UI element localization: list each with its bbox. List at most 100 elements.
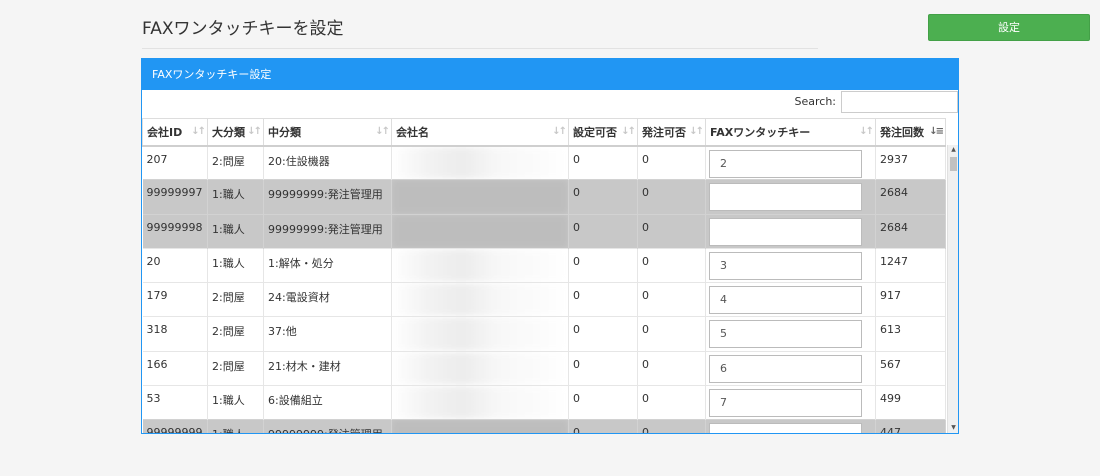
- sort-icon[interactable]: ↓↑: [191, 126, 206, 137]
- redacted-name: [392, 146, 568, 180]
- order-cell: 0: [637, 385, 706, 420]
- company-name-cell: [391, 282, 569, 317]
- id-cell: 318: [142, 316, 208, 352]
- table-row: 166 2:問屋 21:材木・建材 0 0 6 567: [142, 350, 946, 386]
- order-cell: 0: [637, 419, 706, 433]
- order-cell: 0: [637, 247, 706, 283]
- count-cell: 567: [875, 350, 946, 386]
- column-header-label: 会社ID: [147, 125, 183, 139]
- redacted-name: [392, 386, 568, 420]
- fax-key-cell: [705, 419, 876, 433]
- column-header[interactable]: 設定可否 ↓↑: [568, 118, 638, 147]
- scrollbar-thumb[interactable]: [950, 157, 957, 171]
- table-row: 999999991:職人99999999:発注管理用 00 447: [142, 419, 946, 433]
- redacted-name: [392, 352, 568, 386]
- table-scrollbar[interactable]: ▲ ▼: [947, 145, 958, 433]
- major-cell: 1:職人: [207, 247, 264, 283]
- order-cell: 0: [637, 179, 706, 215]
- table-row: 179 2:問屋 24:電設資材 0 0 4 917: [142, 282, 946, 317]
- sort-icon[interactable]: ↓↑: [247, 126, 262, 137]
- count-cell: 499: [875, 385, 946, 420]
- major-cell: 1:職人: [207, 419, 264, 433]
- setting-cell: 0: [568, 316, 638, 352]
- middle-cell: 20:住設機器: [263, 144, 392, 180]
- column-header-label: 設定可否: [573, 125, 617, 139]
- submit-button[interactable]: 設定: [928, 14, 1090, 41]
- redacted-name: [392, 420, 568, 433]
- order-cell: 0: [637, 316, 706, 352]
- column-header-label: 発注可否: [642, 125, 686, 139]
- middle-cell: 37:他: [263, 316, 392, 352]
- fax-key-input[interactable]: 2: [709, 149, 862, 178]
- fax-key-input[interactable]: 6: [709, 354, 862, 383]
- column-header-label: 発注回数: [880, 125, 924, 139]
- middle-cell: 99999999:発注管理用: [263, 213, 392, 249]
- company-name-cell: [391, 144, 569, 180]
- column-header[interactable]: 大分類 ↓↑: [207, 118, 264, 147]
- setting-cell: 0: [568, 350, 638, 386]
- sort-desc-icon[interactable]: ↓≡: [929, 126, 944, 137]
- middle-cell: 99999999:発注管理用: [263, 419, 392, 433]
- order-cell: 0: [637, 144, 706, 180]
- count-cell: 917: [875, 282, 946, 317]
- count-cell: 2684: [875, 179, 946, 215]
- search-input[interactable]: [841, 91, 958, 113]
- fax-key-cell: 2: [705, 144, 876, 180]
- company-name-cell: [391, 179, 569, 215]
- sort-icon[interactable]: ↓↑: [621, 126, 636, 137]
- column-header-label: 会社名: [396, 125, 429, 139]
- fax-key-input[interactable]: 7: [709, 389, 862, 418]
- fax-key-input[interactable]: 3: [709, 251, 862, 280]
- column-header[interactable]: 中分類 ↓↑: [263, 118, 392, 147]
- middle-cell: 24:電設資材: [263, 282, 392, 317]
- setting-cell: 0: [568, 282, 638, 317]
- fax-key-cell: 4: [705, 282, 876, 317]
- redacted-name: [392, 317, 568, 351]
- major-cell: 1:職人: [207, 179, 264, 215]
- column-header[interactable]: 会社名 ↓↑: [391, 118, 569, 147]
- fax-key-cell: [705, 179, 876, 215]
- table-row: 20 1:職人 1:解体・処分 0 0 3 1247: [142, 247, 946, 283]
- column-header-label: FAXワンタッチキー: [710, 125, 811, 139]
- redacted-name: [392, 283, 568, 317]
- company-name-cell: [391, 316, 569, 352]
- company-name-cell: [391, 247, 569, 283]
- scroll-down-icon[interactable]: ▼: [948, 423, 958, 433]
- table-wrapper: 会社ID ↓↑ 大分類 ↓↑ 中分類 ↓↑ 会社名 ↓↑ 設定可否 ↓↑ 発注可否 ↓↑ FAXワンタッ…: [142, 118, 958, 433]
- fax-key-input[interactable]: [709, 217, 862, 246]
- redacted-name: [392, 180, 568, 214]
- redacted-name: [392, 249, 568, 283]
- table-header-row: 会社ID ↓↑ 大分類 ↓↑ 中分類 ↓↑ 会社名 ↓↑ 設定可否 ↓↑ 発注可否 ↓↑ FAXワンタッ…: [142, 118, 946, 147]
- sort-icon[interactable]: ↓↑: [552, 126, 567, 137]
- table-row: 99999997 1:職人 99999999:発注管理用 0 0 2684: [142, 179, 946, 215]
- order-cell: 0: [637, 282, 706, 317]
- column-header[interactable]: 会社ID ↓↑: [142, 118, 208, 147]
- table-row: 99999998 1:職人 99999999:発注管理用 0 0 2684: [142, 213, 946, 249]
- fax-key-input[interactable]: [709, 423, 862, 433]
- count-cell: 2937: [875, 144, 946, 180]
- major-cell: 1:職人: [207, 385, 264, 420]
- company-table: 会社ID ↓↑ 大分類 ↓↑ 中分類 ↓↑ 会社名 ↓↑ 設定可否 ↓↑ 発注可否 ↓↑ FAXワンタッ…: [142, 118, 946, 433]
- id-cell: 179: [142, 282, 208, 317]
- scroll-up-icon[interactable]: ▲: [948, 145, 958, 155]
- fax-key-cell: 5: [705, 316, 876, 352]
- company-name-cell: [391, 213, 569, 249]
- sort-icon[interactable]: ↓↑: [689, 126, 704, 137]
- column-header[interactable]: FAXワンタッチキー ↓↑: [705, 118, 876, 147]
- fax-key-input[interactable]: 4: [709, 286, 862, 315]
- table-row: 53 1:職人 6:設備組立 0 0 7 499: [142, 385, 946, 420]
- column-header[interactable]: 発注回数 ↓≡: [875, 118, 946, 147]
- fax-key-input[interactable]: [709, 183, 862, 212]
- fax-key-input[interactable]: 5: [709, 320, 862, 349]
- sort-icon[interactable]: ↓↑: [375, 126, 390, 137]
- id-cell: 207: [142, 144, 208, 180]
- fax-key-cell: 6: [705, 350, 876, 386]
- panel-heading: FAXワンタッチキー設定: [142, 59, 958, 90]
- company-name-cell: [391, 385, 569, 420]
- sort-icon[interactable]: ↓↑: [859, 126, 874, 137]
- column-header[interactable]: 発注可否 ↓↑: [637, 118, 706, 147]
- setting-cell: 0: [568, 419, 638, 433]
- settings-panel: FAXワンタッチキー設定 Search: 会社ID ↓↑ 大分類 ↓↑ 中分類 ↓↑ 会社名…: [141, 58, 959, 434]
- fax-key-cell: [705, 213, 876, 249]
- middle-cell: 99999999:発注管理用: [263, 179, 392, 215]
